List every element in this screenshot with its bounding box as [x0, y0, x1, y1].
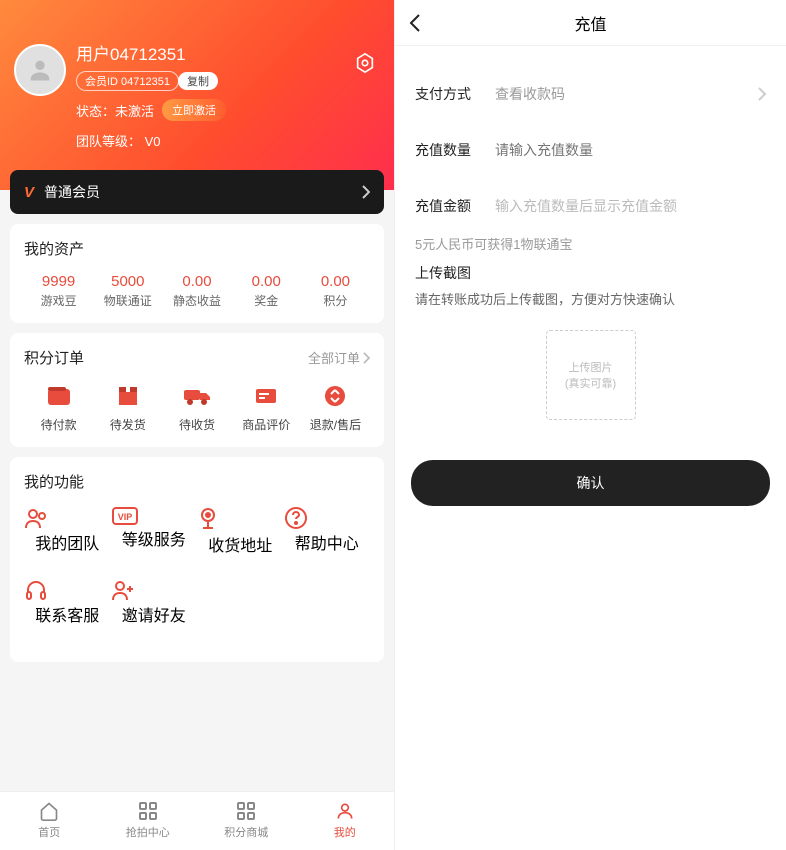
- help-icon: [284, 506, 371, 530]
- func-my-team[interactable]: 我的团队: [24, 506, 111, 556]
- bottom-nav: 首页 抢拍中心 积分商城 我的: [0, 791, 394, 850]
- hero-section: 用户04712351 会员ID 04712351 复制 状态： 未激活 立即激活…: [0, 0, 394, 190]
- mall-icon: [197, 800, 296, 822]
- team-icon: [24, 506, 111, 530]
- location-icon: [197, 506, 284, 532]
- order-pending-receipt[interactable]: 待收货: [162, 382, 231, 433]
- func-help[interactable]: 帮助中心: [284, 506, 371, 556]
- card-icon: [232, 382, 301, 410]
- rate-hint: 5元人民币可获得1物联通宝: [395, 234, 786, 263]
- all-orders-link[interactable]: 全部订单: [308, 348, 370, 367]
- upload-box[interactable]: 上传图片 (真实可靠): [546, 330, 636, 420]
- assets-title: 我的资产: [24, 238, 370, 259]
- functions-card: 我的功能 我的团队 VIP等级服务 收货地址 帮助中心 联系客服 邀请好友: [10, 457, 384, 662]
- qty-row: 充值数量: [395, 122, 786, 178]
- user-icon: [296, 800, 395, 822]
- asset-item[interactable]: 0.00积分: [301, 273, 370, 309]
- member-bar[interactable]: V 普通会员: [10, 170, 384, 214]
- func-service[interactable]: 联系客服: [24, 578, 111, 626]
- invite-icon: [111, 578, 198, 602]
- box-icon: [93, 382, 162, 410]
- settings-icon[interactable]: [354, 52, 376, 74]
- order-refund[interactable]: 退款/售后: [301, 382, 370, 433]
- orders-card: 积分订单 全部订单 待付款 待发货 待收货 商品评价 退款/售后: [10, 333, 384, 447]
- amount-row: 充值金额 输入充值数量后显示充值金额: [395, 178, 786, 234]
- team-tier-label: 团队等级：: [76, 134, 141, 149]
- qty-label: 充值数量: [415, 140, 495, 160]
- tab-home[interactable]: 首页: [0, 800, 99, 840]
- recharge-panel: 充值 支付方式 查看收款码 充值数量 充值金额 输入充值数量后显示充值金额 5元…: [394, 0, 786, 850]
- confirm-button[interactable]: 确认: [411, 460, 770, 506]
- username: 用户04712351: [76, 40, 380, 65]
- qty-input[interactable]: [495, 142, 766, 158]
- chevron-right-icon: [758, 87, 766, 101]
- grid-icon: [99, 800, 198, 822]
- assets-card: 我的资产 9999游戏豆 5000物联通证 0.00静态收益 0.00奖金 0.…: [10, 224, 384, 323]
- svg-text:VIP: VIP: [117, 512, 132, 522]
- headset-icon: [24, 578, 111, 602]
- func-invite[interactable]: 邀请好友: [111, 578, 198, 626]
- asset-item[interactable]: 0.00静态收益: [162, 273, 231, 309]
- profile-panel: 用户04712351 会员ID 04712351 复制 状态： 未激活 立即激活…: [0, 0, 394, 850]
- order-pending-shipment[interactable]: 待发货: [93, 382, 162, 433]
- status-label: 状态：: [76, 101, 115, 120]
- truck-icon: [162, 382, 231, 410]
- member-bar-label: 普通会员: [44, 182, 100, 202]
- home-icon: [0, 800, 99, 822]
- avatar[interactable]: [14, 44, 66, 96]
- refund-icon: [301, 382, 370, 410]
- functions-title: 我的功能: [24, 471, 370, 492]
- member-id-pill: 会员ID 04712351: [76, 71, 179, 91]
- order-pending-payment[interactable]: 待付款: [24, 382, 93, 433]
- vip-icon: VIP: [111, 506, 198, 526]
- tab-mine[interactable]: 我的: [296, 800, 395, 840]
- back-button[interactable]: [409, 13, 421, 33]
- header: 充值: [395, 0, 786, 46]
- amount-hint: 输入充值数量后显示充值金额: [495, 196, 766, 216]
- copy-button[interactable]: 复制: [178, 72, 218, 90]
- order-review[interactable]: 商品评价: [232, 382, 301, 433]
- asset-item[interactable]: 5000物联通证: [93, 273, 162, 309]
- wallet-icon: [24, 382, 93, 410]
- func-vip-service[interactable]: VIP等级服务: [111, 506, 198, 556]
- tab-auction[interactable]: 抢拍中心: [99, 800, 198, 840]
- pay-method-row[interactable]: 支付方式 查看收款码: [395, 66, 786, 122]
- page-title: 充值: [574, 11, 606, 35]
- pay-method-label: 支付方式: [415, 84, 495, 104]
- status-value: 未激活: [115, 101, 154, 120]
- upload-title: 上传截图: [395, 263, 786, 283]
- team-tier-value: V0: [145, 134, 161, 149]
- func-address[interactable]: 收货地址: [197, 506, 284, 556]
- upload-subtitle: 请在转账成功后上传截图，方便对方快速确认: [395, 283, 786, 320]
- v-icon: V: [24, 184, 34, 201]
- orders-title: 积分订单: [24, 347, 84, 368]
- tab-mall[interactable]: 积分商城: [197, 800, 296, 840]
- activate-button[interactable]: 立即激活: [162, 99, 226, 121]
- chevron-right-icon: [362, 185, 370, 199]
- amount-label: 充值金额: [415, 196, 495, 216]
- asset-item[interactable]: 0.00奖金: [232, 273, 301, 309]
- pay-method-value: 查看收款码: [495, 84, 758, 104]
- asset-item[interactable]: 9999游戏豆: [24, 273, 93, 309]
